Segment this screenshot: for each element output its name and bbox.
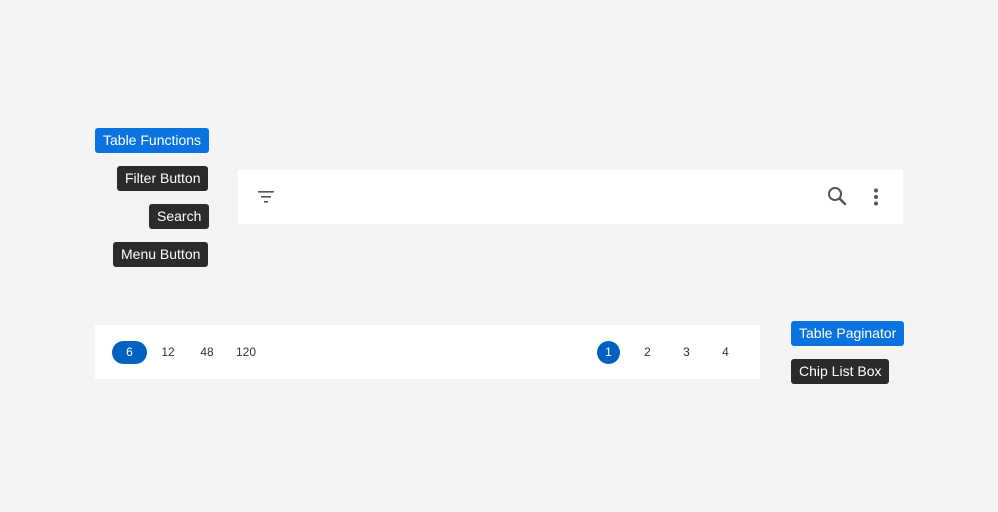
chip-list-box-annotation: Chip List Box xyxy=(791,359,890,384)
page-button-4[interactable]: 4 xyxy=(714,341,737,364)
search-button[interactable] xyxy=(822,181,852,211)
page-button-2[interactable]: 2 xyxy=(636,341,659,364)
search-icon xyxy=(828,187,847,206)
page-size-chip-12[interactable]: 12 xyxy=(157,341,179,364)
menu-button[interactable] xyxy=(861,182,891,212)
page-button-1[interactable]: 1 xyxy=(597,341,620,364)
table-toolbar xyxy=(238,170,903,224)
table-paginator-annotation: Table Paginator xyxy=(791,321,905,346)
filter-icon xyxy=(258,191,274,203)
more-vert-icon xyxy=(874,188,878,206)
stage: Table Functions Filter Button Search Men… xyxy=(0,0,998,512)
table-paginator: 6 12 48 120 1 2 3 4 xyxy=(95,325,760,379)
menu-button-annotation: Menu Button xyxy=(113,242,209,267)
search-annotation: Search xyxy=(149,204,210,229)
table-functions-annotation: Table Functions xyxy=(95,128,210,153)
page-size-chip-48[interactable]: 48 xyxy=(195,341,219,364)
page-size-chip-6[interactable]: 6 xyxy=(112,341,147,364)
filter-button-annotation: Filter Button xyxy=(117,166,209,191)
page-size-chip-120[interactable]: 120 xyxy=(232,341,260,364)
page-button-3[interactable]: 3 xyxy=(675,341,698,364)
filter-button[interactable] xyxy=(251,182,281,212)
